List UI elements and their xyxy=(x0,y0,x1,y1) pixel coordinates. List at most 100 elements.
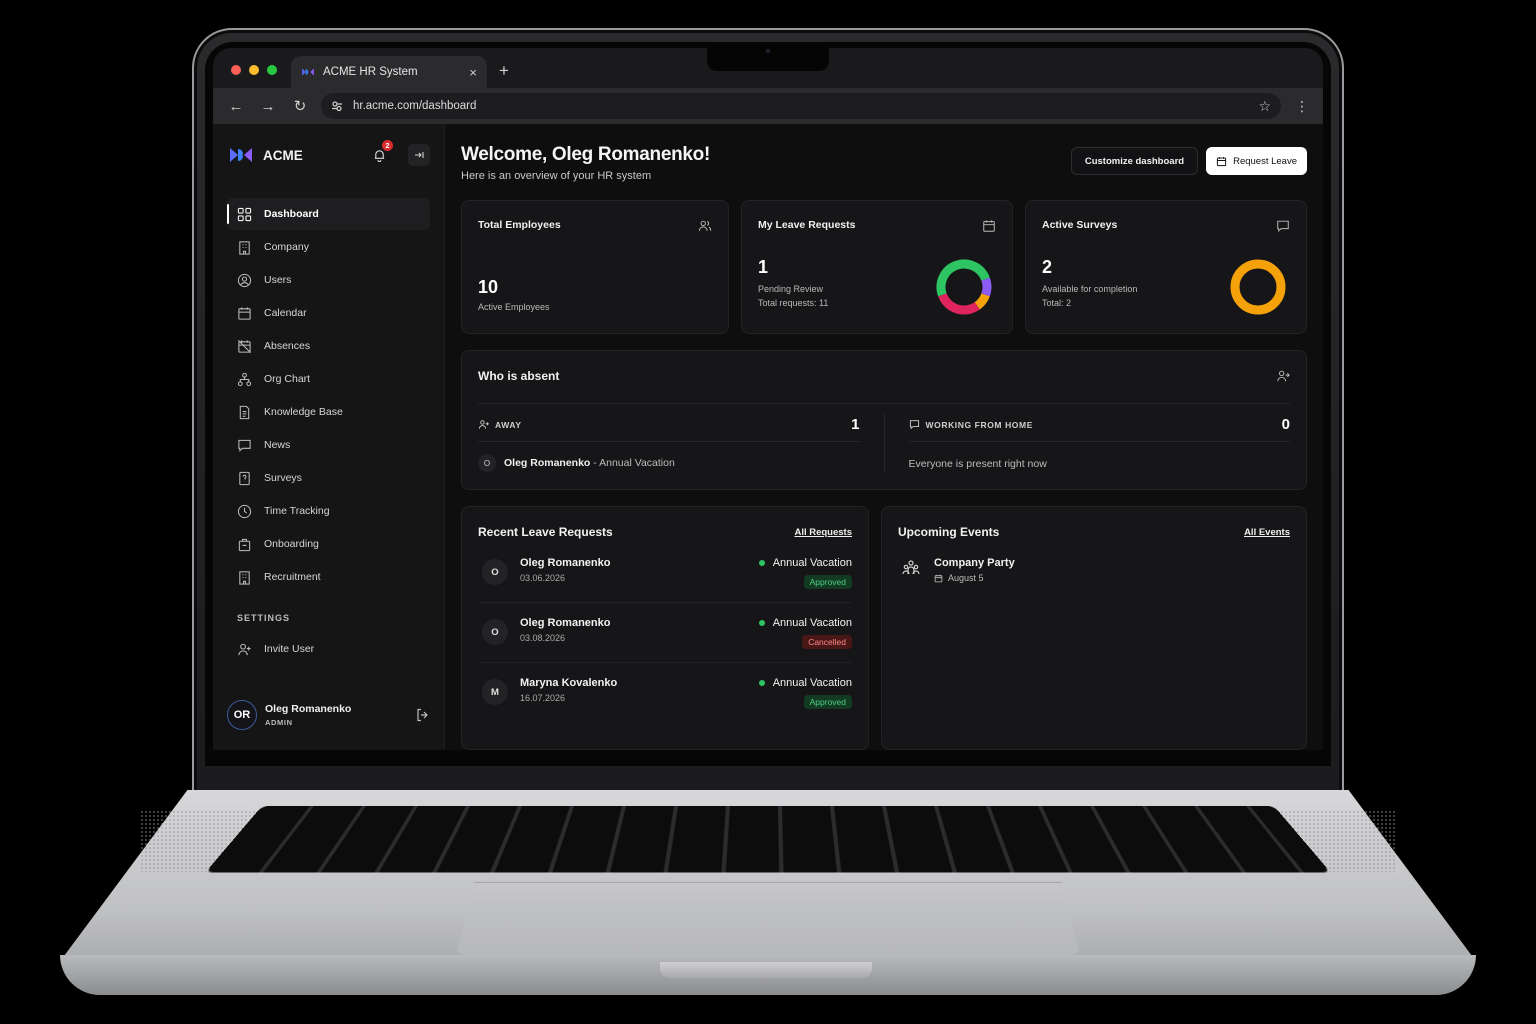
sidebar-item-label: Time Tracking xyxy=(264,505,330,517)
total-employees-card[interactable]: Total Employees 10 Active Employees xyxy=(461,200,729,334)
browser-toolbar: ← → ↻ hr.acme.com/dashboard ☆ ⋮ xyxy=(213,88,1323,124)
close-tab-icon[interactable]: × xyxy=(469,65,477,80)
leave-type: Annual Vacation xyxy=(772,677,852,689)
sidebar-item-surveys[interactable]: Surveys xyxy=(227,462,430,494)
sidebar-item-label: Invite User xyxy=(264,643,315,655)
leave-request-row[interactable]: O Oleg Romanenko 03.06.2026 Annual Vacat… xyxy=(478,543,852,603)
sidebar-item-label: Company xyxy=(264,241,309,253)
status-badge: Cancelled xyxy=(802,635,852,649)
settings-section-label: SETTINGS xyxy=(237,613,291,623)
calendar-icon xyxy=(934,574,943,582)
avatar: M xyxy=(482,679,508,705)
opening-notch xyxy=(660,962,872,978)
notifications-button[interactable]: 2 xyxy=(370,140,393,164)
stat-caption: Active Employees xyxy=(478,302,550,312)
user-plus-icon xyxy=(238,643,251,655)
my-leave-requests-card[interactable]: My Leave Requests 1 Pending Review Total… xyxy=(741,200,1013,334)
logout-icon[interactable] xyxy=(415,707,431,723)
event-item[interactable]: Company Party August 5 xyxy=(898,557,1290,583)
all-events-link[interactable]: All Events xyxy=(1244,527,1290,538)
card-title: Total Employees xyxy=(478,219,561,231)
card-title: Active Surveys xyxy=(1042,219,1118,231)
request-leave-button[interactable]: Request Leave xyxy=(1206,147,1307,175)
stat-value: 10 xyxy=(478,277,499,297)
sidebar-item-users[interactable]: Users xyxy=(227,264,430,296)
address-bar[interactable]: hr.acme.com/dashboard ☆ xyxy=(321,93,1281,119)
site-settings-icon[interactable] xyxy=(331,100,343,112)
leave-requests-donut xyxy=(936,259,992,315)
reload-icon[interactable]: ↻ xyxy=(291,97,309,115)
sidebar-item-onboarding[interactable]: Onboarding xyxy=(227,528,430,560)
upcoming-events-card: Upcoming Events All Events Company Party… xyxy=(881,506,1307,750)
event-date: August 5 xyxy=(948,573,984,583)
sidebar-item-calendar[interactable]: Calendar xyxy=(227,297,430,329)
status-dot xyxy=(758,560,765,566)
section-title: Recent Leave Requests xyxy=(478,525,613,539)
away-header: AWAY 1 xyxy=(478,416,860,442)
camera-icon xyxy=(766,49,770,53)
calendar-off-icon xyxy=(238,339,251,353)
sidebar-item-company[interactable]: Company xyxy=(227,231,430,263)
requester-name: Oleg Romanenko xyxy=(520,557,611,569)
browser-tab[interactable]: ACME HR System × xyxy=(291,56,487,88)
away-label: AWAY xyxy=(495,419,522,430)
user-away-icon xyxy=(1277,370,1290,382)
collapse-sidebar-button[interactable] xyxy=(408,144,430,166)
sidebar-item-news[interactable]: News xyxy=(227,429,430,461)
bottom-row: Recent Leave Requests All Requests O Ole… xyxy=(461,506,1307,750)
leave-request-row[interactable]: M Maryna Kovalenko 16.07.2026 Annual Vac… xyxy=(478,663,852,723)
back-icon[interactable]: ← xyxy=(227,98,245,115)
url-text: hr.acme.com/dashboard xyxy=(353,100,477,112)
customize-dashboard-button[interactable]: Customize dashboard xyxy=(1070,147,1199,175)
avatar: O xyxy=(482,559,508,585)
away-column: AWAY 1 O Oleg Romanenko - Annual Vacatio… xyxy=(478,404,884,472)
trackpad xyxy=(456,882,1080,956)
message-icon xyxy=(238,439,251,452)
user-info: Oleg Romanenko ADMIN xyxy=(265,703,407,727)
sidebar-item-label: Users xyxy=(264,274,292,286)
sidebar-item-recruitment[interactable]: Recruitment xyxy=(227,561,430,593)
sidebar-item-knowledge-base[interactable]: Knowledge Base xyxy=(227,396,430,428)
active-surveys-card[interactable]: Active Surveys 2 Available for completio… xyxy=(1025,200,1307,334)
sidebar-item-label: Recruitment xyxy=(264,571,321,583)
survey-icon xyxy=(239,471,250,485)
briefcase-icon xyxy=(238,538,251,551)
request-date: 03.08.2026 xyxy=(520,633,566,643)
minimize-window-button[interactable] xyxy=(249,65,259,75)
bell-icon xyxy=(374,149,384,162)
maximize-window-button[interactable] xyxy=(267,65,277,75)
wfh-empty-note: Everyone is present right now xyxy=(908,458,1047,470)
sidebar-item-label: Calendar xyxy=(264,307,307,319)
sidebar-item-time-tracking[interactable]: Time Tracking xyxy=(227,495,430,527)
section-title: Upcoming Events xyxy=(898,525,1000,539)
recent-leave-requests-card: Recent Leave Requests All Requests O Ole… xyxy=(461,506,869,750)
all-requests-link[interactable]: All Requests xyxy=(794,527,852,538)
leave-type: Annual Vacation xyxy=(772,557,852,569)
request-date: 16.07.2026 xyxy=(520,693,566,703)
wfh-count: 0 xyxy=(1281,416,1290,433)
sidebar-item-absences[interactable]: Absences xyxy=(227,330,430,362)
surveys-donut xyxy=(1230,259,1286,315)
user-profile[interactable]: OR Oleg Romanenko ADMIN xyxy=(227,700,431,730)
sidebar-item-dashboard[interactable]: Dashboard xyxy=(227,198,430,230)
calendar-icon xyxy=(238,306,251,320)
clock-icon xyxy=(237,504,252,518)
leave-request-row[interactable]: O Oleg Romanenko 03.08.2026 Annual Vacat… xyxy=(478,603,852,663)
away-person-row[interactable]: O Oleg Romanenko - Annual Vacation xyxy=(478,454,860,472)
sidebar-item-invite-user[interactable]: Invite User xyxy=(227,633,430,665)
event-title: Company Party xyxy=(934,557,1015,569)
calendar-icon xyxy=(983,220,995,232)
status-dot xyxy=(758,620,765,626)
sidebar-item-org-chart[interactable]: Org Chart xyxy=(227,363,430,395)
sidebar-item-label: Surveys xyxy=(264,472,302,484)
calendar-icon xyxy=(1216,156,1227,166)
bookmark-star-icon[interactable]: ☆ xyxy=(1258,98,1271,115)
sidebar-nav: Dashboard Company Users Calendar Absence… xyxy=(227,198,430,665)
away-count: 1 xyxy=(851,416,860,433)
building-icon xyxy=(239,570,250,585)
forward-icon[interactable]: → xyxy=(259,98,277,115)
new-tab-button[interactable]: + xyxy=(499,61,509,81)
avatar: O xyxy=(478,454,496,472)
browser-menu-icon[interactable]: ⋮ xyxy=(1295,98,1309,115)
close-window-button[interactable] xyxy=(231,65,241,75)
